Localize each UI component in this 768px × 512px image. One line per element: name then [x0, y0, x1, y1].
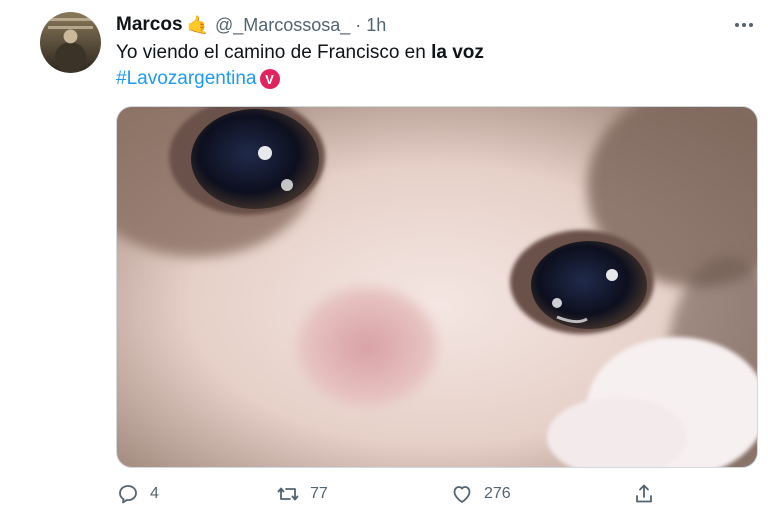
avatar[interactable]: [40, 12, 101, 73]
tweet-media-image[interactable]: [116, 106, 758, 468]
like-count: 276: [484, 485, 511, 502]
tweet-text-plain: Yo viendo el camino de Francisco en: [116, 42, 432, 63]
like-icon: [453, 486, 471, 503]
tweet-text: Yo viendo el camino de Francisco en la v…: [116, 42, 484, 64]
reply-icon: [119, 485, 137, 504]
separator: ·: [355, 14, 362, 35]
avatar-detail: [48, 18, 93, 21]
tweet-text-bold: la voz: [431, 42, 484, 63]
avatar-detail: [48, 26, 93, 29]
action-bar: 4 77 276: [116, 482, 756, 508]
hashtag-line: #Lavozargentina V: [116, 68, 280, 90]
reply-button[interactable]: 4: [116, 482, 159, 506]
share-button[interactable]: [632, 482, 656, 506]
hashtag-link[interactable]: #Lavozargentina: [116, 68, 257, 90]
tweet-header: Marcos 🤙 @_Marcossosa_ · 1h: [116, 12, 386, 38]
timestamp[interactable]: 1h: [366, 15, 386, 36]
reply-count: 4: [150, 485, 159, 502]
retweet-count: 77: [310, 485, 328, 502]
crying-cat-photo: [117, 107, 757, 467]
display-name[interactable]: Marcos: [116, 14, 183, 36]
tweet[interactable]: Marcos 🤙 @_Marcossosa_ · 1h Yo viendo el…: [0, 0, 768, 512]
retweet-button[interactable]: 77: [276, 482, 328, 506]
more-dots-icon[interactable]: [733, 14, 755, 36]
hashtag-emoji-icon: V: [259, 69, 280, 89]
retweet-icon: [277, 487, 299, 501]
hand-emoji: 🤙: [186, 14, 209, 35]
handle[interactable]: @_Marcossosa_: [215, 15, 350, 36]
like-button[interactable]: 276: [450, 482, 511, 506]
share-icon: [636, 484, 652, 503]
